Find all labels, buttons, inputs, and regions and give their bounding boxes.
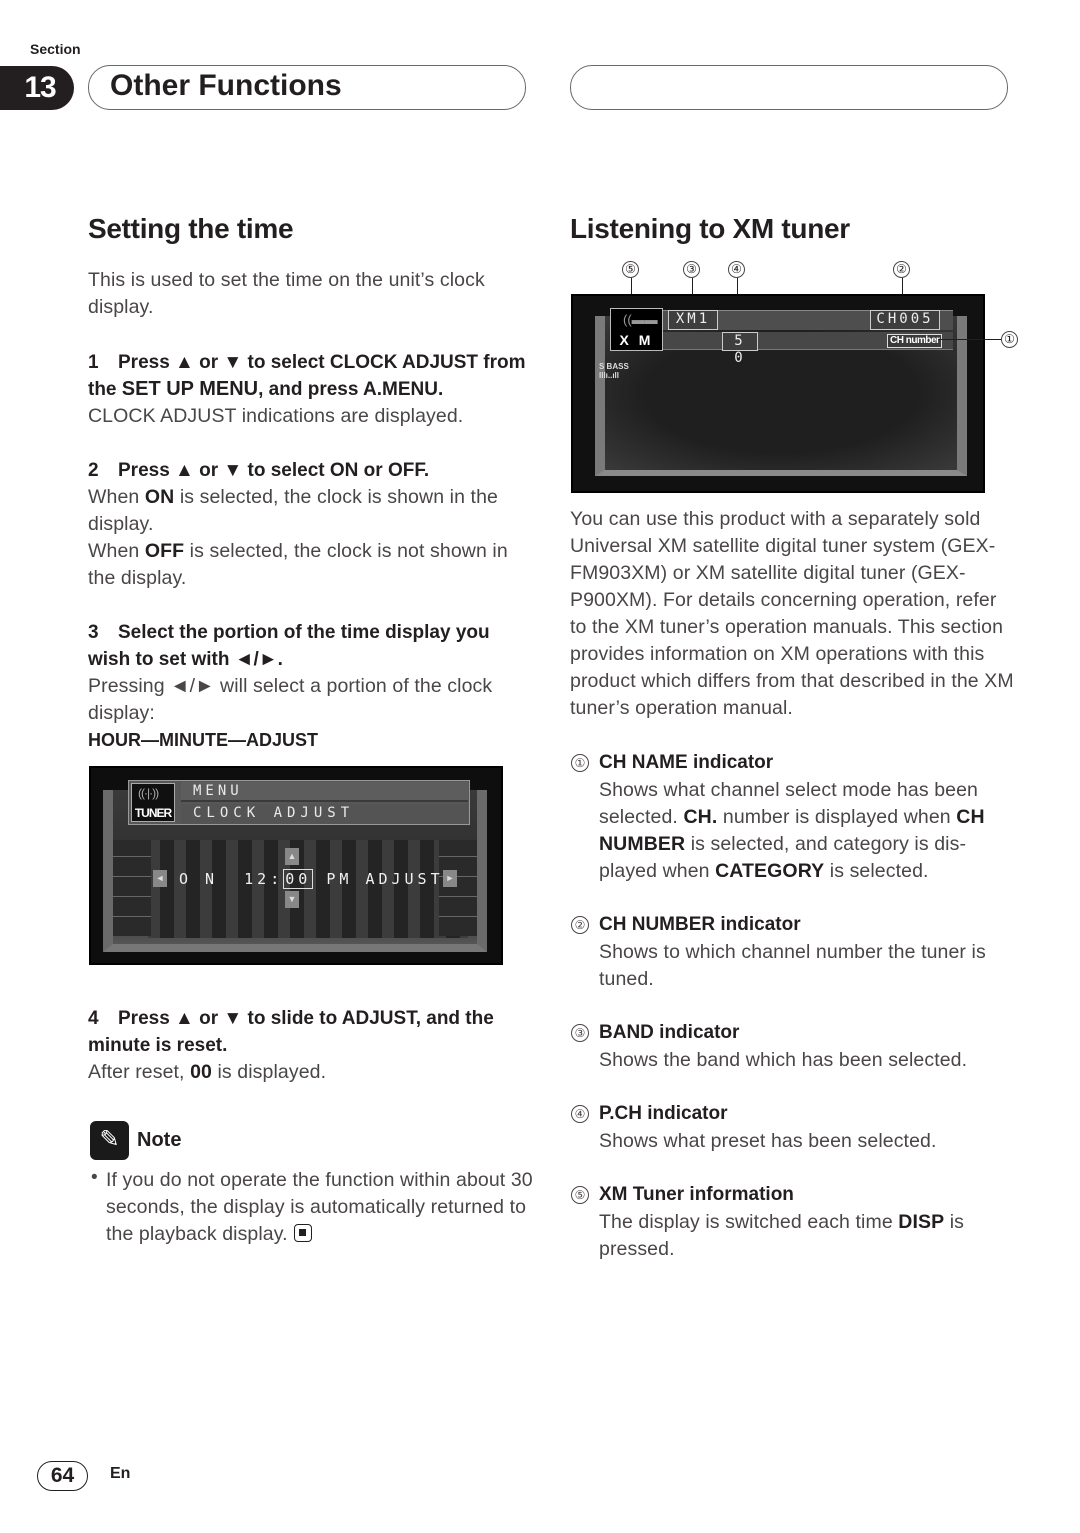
item-5-heading: XM Tuner information (599, 1184, 794, 1205)
section-heading-setting-time: Setting the time (88, 213, 294, 244)
step-2-body-off: When OFF is selected, the clock is not s… (88, 540, 508, 589)
callout-4: ④ (728, 261, 745, 278)
step-4-heading: 4 Press ▲ or ▼ to slide to ADJUST, and th… (88, 1008, 494, 1056)
right-arrow-button[interactable]: ► (443, 870, 457, 887)
channel-name-indicator: CH number (887, 334, 943, 348)
clock-ampm: PM (326, 870, 353, 888)
end-of-section-icon (293, 1224, 312, 1242)
step-1-body: CLOCK ADJUST indications are displayed. (88, 405, 464, 427)
item-1-body: Shows what channel select mode has been … (599, 779, 985, 882)
item-4-number: ④ (571, 1105, 589, 1123)
chapter-title: Other Functions (110, 69, 342, 102)
pencil-icon: ✎ (90, 1121, 129, 1160)
down-arrow-button[interactable]: ▼ (285, 891, 299, 908)
step-2-heading: 2 Press ▲ or ▼ to select ON or OFF. (88, 460, 430, 481)
section-label: Section (30, 41, 81, 57)
xm-tuner-screen-image: ((▬▬ X M XM1 5 0 CH005 CH number S BASS … (571, 294, 985, 493)
item-4-heading: P.CH indicator (599, 1103, 728, 1124)
callout-3: ③ (683, 261, 700, 278)
item-2-number: ② (571, 916, 589, 934)
callout-2: ② (893, 261, 910, 278)
item-4-body: Shows what preset has been selected. (599, 1130, 937, 1152)
clock-adjust-label: CLOCK ADJUST (193, 805, 355, 821)
section-heading-xm-tuner: Listening to XM tuner (570, 213, 850, 244)
callout-1: ① (1001, 331, 1018, 348)
step-3-heading: 3 Select the portion of the time display … (88, 622, 490, 670)
menu-header: ((·|·)) TUNER MENU CLOCK ADJUST (128, 780, 470, 825)
note-text: If you do not operate the function withi… (106, 1169, 533, 1245)
clock-hour: 12: (244, 870, 284, 888)
page-number: 64 (37, 1461, 88, 1491)
leader-line (938, 339, 1001, 340)
step-1-heading: 1 Press ▲ or ▼ to select CLOCK ADJUST fro… (88, 352, 526, 400)
blank-header-frame (570, 65, 1008, 110)
step-2-body-on: When ON is selected, the clock is shown … (88, 486, 498, 535)
clock-time-readout: O N 12: 00 PM ADJUST (179, 869, 444, 889)
clock-adjust: ADJUST (365, 870, 444, 888)
menu-label: MENU (193, 783, 243, 799)
xm-logo-icon: ((▬▬ X M (610, 308, 663, 351)
item-2-body: Shows to which channel number the tuner … (599, 941, 986, 990)
tuner-logo-icon: ((·|·)) TUNER (131, 783, 175, 822)
step-3-body: Pressing ◄/► will select a portion of th… (88, 675, 493, 724)
item-5-body: The display is switched each time DISP i… (599, 1211, 965, 1260)
item-1-number: ① (571, 754, 589, 772)
item-3-body: Shows the band which has been selected. (599, 1049, 968, 1071)
callout-5: ⑤ (622, 261, 639, 278)
clock-minute-selected: 00 (283, 869, 314, 889)
channel-number-indicator: CH005 (870, 310, 940, 330)
step-3-sequence: HOUR—MINUTE—ADJUST (88, 730, 319, 750)
language-label: En (110, 1465, 131, 1482)
item-3-heading: BAND indicator (599, 1022, 740, 1043)
band-indicator: XM1 (668, 310, 718, 330)
note-bullet: • (91, 1167, 98, 1188)
item-1-heading: CH NAME indicator (599, 752, 774, 773)
item-5-number: ⑤ (571, 1186, 589, 1204)
intro-text: This is used to set the time on the unit… (88, 269, 485, 318)
sbass-indicator: S BASS Illı..ıll (599, 362, 629, 380)
item-3-number: ③ (571, 1024, 589, 1042)
item-2-heading: CH NUMBER indicator (599, 914, 801, 935)
left-arrow-button[interactable]: ◄ (153, 870, 167, 887)
sbass-level-meter: Illı..ıll (599, 371, 620, 380)
step-4-body: After reset, 00 is displayed. (88, 1061, 327, 1083)
clock-on-off: O N (179, 870, 219, 888)
note-label: Note (137, 1129, 182, 1151)
clock-adjust-screen-image: ((·|·)) TUNER MENU CLOCK ADJUST ◄ ► ▲ ▼ … (89, 766, 503, 965)
xm-intro-text: You can use this product with a separate… (570, 508, 1014, 719)
preset-indicator: 5 0 (722, 332, 758, 366)
section-number-badge: 13 (0, 66, 74, 110)
chapter-title-frame: Other Functions (88, 65, 526, 110)
up-arrow-button[interactable]: ▲ (285, 848, 299, 865)
